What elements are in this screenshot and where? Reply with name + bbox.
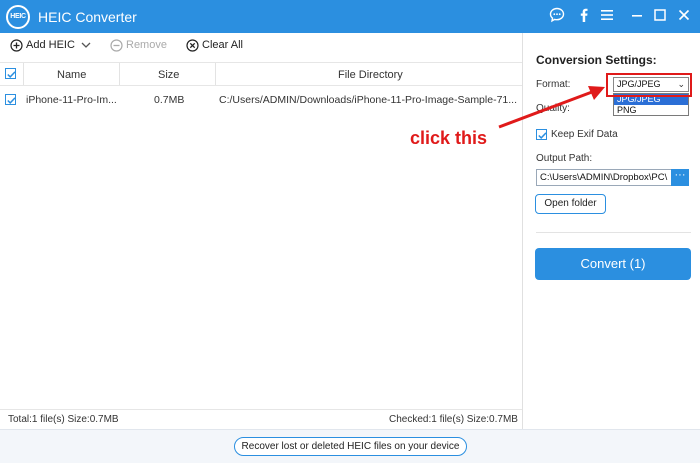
footer-bar: Recover lost or deleted HEIC files on yo… [0,429,700,463]
remove-icon [110,38,123,52]
quality-label: Quality: [536,103,570,114]
column-divider [23,63,24,85]
file-table-header: Name Size File Directory [0,62,522,86]
facebook-icon[interactable] [576,7,594,25]
annotation-highlight-box [606,73,692,97]
maximize-icon[interactable] [652,7,670,25]
status-bar: Total:1 file(s) Size:0.7MB Checked:1 fil… [0,409,522,429]
select-all-checkbox[interactable] [5,68,16,79]
format-option-png[interactable]: PNG [614,105,688,116]
clear-icon [186,38,199,52]
divider [536,232,691,233]
recover-files-link[interactable]: Recover lost or deleted HEIC files on yo… [234,437,467,456]
remove-button[interactable]: Remove [110,38,167,52]
table-row[interactable]: iPhone-11-Pro-Im... 0.7MB C:/Users/ADMIN… [0,88,522,112]
check-icon [7,97,16,104]
add-icon [10,38,23,52]
keep-exif-checkbox[interactable] [536,129,547,140]
chevron-down-icon [81,42,91,48]
column-header-size[interactable]: Size [158,69,179,81]
remove-label: Remove [126,39,167,51]
keep-exif-label: Keep Exif Data [551,129,618,140]
checked-status: Checked:1 file(s) Size:0.7MB [389,414,518,425]
menu-icon[interactable] [599,7,617,25]
total-status: Total:1 file(s) Size:0.7MB [8,414,119,425]
file-name: iPhone-11-Pro-Im... [26,94,117,106]
row-checkbox[interactable] [5,94,16,105]
format-label: Format: [536,79,571,90]
column-header-name[interactable]: Name [57,69,86,81]
close-icon[interactable] [676,7,694,25]
column-divider [215,63,216,85]
convert-button[interactable]: Convert (1) [535,248,691,280]
clear-all-button[interactable]: Clear All [186,38,243,52]
chat-icon[interactable] [549,7,567,25]
file-size: 0.7MB [154,94,185,106]
toolbar: Add HEIC Remove Clear All [0,33,522,57]
add-dropdown-button[interactable] [80,38,95,52]
keep-exif-option[interactable]: Keep Exif Data [536,129,618,140]
column-divider [119,63,120,85]
check-icon [538,132,547,139]
minimize-icon[interactable] [629,7,647,25]
add-heic-label: Add HEIC [26,39,75,51]
add-heic-button[interactable]: Add HEIC [10,38,75,52]
column-header-directory[interactable]: File Directory [338,69,403,81]
output-path-field[interactable]: C:\Users\ADMIN\Dropbox\PC\ [536,169,672,186]
settings-title: Conversion Settings: [536,53,657,67]
file-directory: C:/Users/ADMIN/Downloads/iPhone-11-Pro-I… [219,94,517,106]
app-title: HEIC Converter [38,9,137,25]
annotation-text: click this [410,128,488,148]
browse-button[interactable]: ··· [671,169,689,186]
output-path-label: Output Path: [536,153,593,164]
open-folder-button[interactable]: Open folder [535,194,606,214]
app-logo: HEIC [6,5,30,29]
check-icon [7,71,16,78]
clear-all-label: Clear All [202,39,243,51]
title-bar: HEIC HEIC Converter [0,0,700,33]
